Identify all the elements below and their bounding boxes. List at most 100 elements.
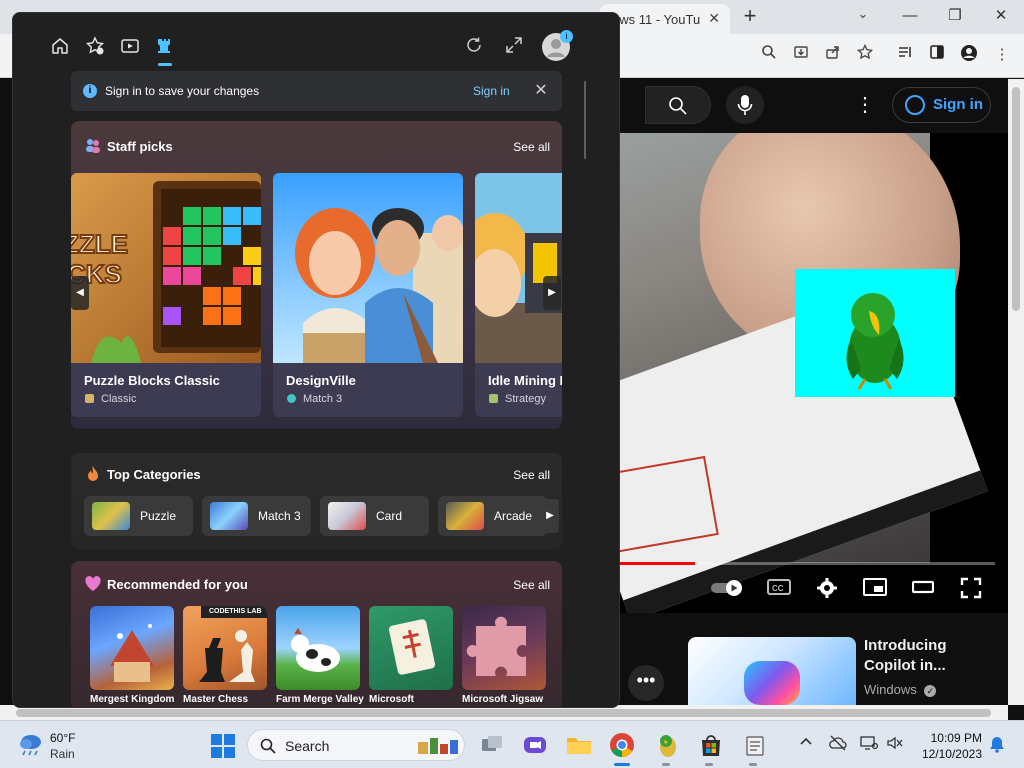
microsoft-store-icon[interactable] <box>697 731 725 759</box>
youtube-signin-label: Sign in <box>933 96 983 113</box>
puzzle-category-icon <box>92 502 130 530</box>
browser-tab-title: ows 11 - YouTu <box>612 12 701 27</box>
channel-label: Windows <box>864 682 917 697</box>
weather-temperature[interactable]: 60°F <box>50 731 75 745</box>
carousel-prev-button[interactable]: ◀ <box>71 276 89 310</box>
youtube-settings-icon[interactable]: ⋮ <box>855 92 875 118</box>
suggested-video-title[interactable]: Introducing Copilot in... <box>864 636 994 676</box>
castle-icon <box>110 624 154 682</box>
display-settings-icon[interactable] <box>860 735 879 753</box>
carousel-next-button[interactable]: ▶ <box>543 276 561 310</box>
voice-search-button[interactable] <box>726 86 764 124</box>
scrollbar-thumb[interactable] <box>16 709 991 717</box>
profile-icon[interactable] <box>958 44 980 66</box>
share-icon[interactable] <box>822 44 844 66</box>
theater-mode-icon[interactable] <box>911 577 935 601</box>
tab-close-icon[interactable]: ✕ <box>708 10 720 27</box>
home-icon[interactable] <box>50 36 74 60</box>
recommended-item-label: Mergest Kingdom <box>90 694 175 705</box>
categories-next-button[interactable]: ▶ <box>541 499 559 533</box>
avatar[interactable]: i <box>542 30 573 61</box>
top-categories-see-all[interactable]: See all <box>513 468 550 482</box>
miniplayer-icon[interactable] <box>862 577 888 601</box>
parrot-icon <box>846 293 904 390</box>
category-match3[interactable]: Match 3 <box>202 496 311 536</box>
zoom-icon[interactable] <box>758 44 780 66</box>
task-view-icon[interactable] <box>478 731 506 759</box>
rain-cloud-icon[interactable] <box>18 732 44 756</box>
staff-picks-see-all[interactable]: See all <box>513 140 550 154</box>
infobar-signin-link[interactable]: Sign in <box>473 84 510 98</box>
designville-thumbnail <box>273 173 463 363</box>
more-actions-button[interactable]: ••• <box>628 665 664 701</box>
chrome-icon[interactable] <box>608 731 636 759</box>
tab-search-icon[interactable]: ⌄ <box>852 6 874 26</box>
signin-infobar: i Sign in to save your changes Sign in ✕ <box>71 71 562 111</box>
notification-bell-icon[interactable] <box>988 735 1006 753</box>
notepad-files-icon[interactable] <box>741 731 769 759</box>
people-icon <box>86 139 100 153</box>
panel-scrollbar[interactable] <box>584 81 586 159</box>
favorites-star-icon[interactable] <box>85 36 109 60</box>
system-clock[interactable]: 10:09 PM 12/10/2023 <box>918 730 982 762</box>
channel-name[interactable]: Windows ✓ <box>864 682 937 697</box>
games-chess-icon[interactable] <box>155 36 179 60</box>
parrot-app-icon[interactable] <box>654 731 682 759</box>
file-explorer-icon[interactable] <box>565 731 593 759</box>
parrot-running-indicator <box>662 763 670 766</box>
page-vertical-scrollbar[interactable] <box>1008 79 1024 705</box>
bookmark-star-icon[interactable] <box>854 43 876 66</box>
weather-condition[interactable]: Rain <box>50 747 75 761</box>
chrome-running-indicator <box>614 763 630 766</box>
expand-icon[interactable] <box>505 36 529 60</box>
youtube-search-button[interactable] <box>645 86 711 124</box>
restore-button[interactable]: ❐ <box>937 4 973 28</box>
search-icon <box>260 738 276 754</box>
minimize-button[interactable]: — <box>892 4 928 28</box>
install-app-icon[interactable] <box>790 44 812 66</box>
video-thumbnail[interactable] <box>688 637 856 705</box>
microsoft-mahjong-thumbnail[interactable] <box>369 606 453 690</box>
parrot-overlay <box>795 269 955 397</box>
mergest-kingdom-thumbnail[interactable] <box>90 606 174 690</box>
window-close-button[interactable]: ✕ <box>983 4 1019 28</box>
master-chess-thumbnail[interactable]: CODETHIS LAB <box>183 606 267 690</box>
chevron-up-icon[interactable] <box>797 735 815 753</box>
infobar-close-icon[interactable]: ✕ <box>533 80 549 99</box>
video-play-icon[interactable] <box>120 36 144 60</box>
cloud-sync-off-icon[interactable] <box>829 735 847 753</box>
chrome-menu-icon[interactable]: ⋮ <box>991 44 1013 66</box>
start-button[interactable] <box>211 734 235 758</box>
meet-camera-icon[interactable] <box>521 731 549 759</box>
mahjong-tile-icon <box>388 619 436 675</box>
category-card[interactable]: Card <box>320 496 429 536</box>
farm-merge-valley-thumbnail[interactable] <box>276 606 360 690</box>
youtube-signin-button[interactable]: Sign in <box>892 87 991 123</box>
taskbar-search-box[interactable]: Search <box>247 729 465 761</box>
captions-icon[interactable]: CC <box>766 577 792 601</box>
top-categories-title: Top Categories <box>107 467 201 482</box>
autoplay-toggle[interactable] <box>710 577 746 601</box>
side-panel-icon[interactable] <box>926 44 948 66</box>
scrollbar-thumb[interactable] <box>1012 87 1020 311</box>
fullscreen-icon[interactable] <box>959 577 983 601</box>
microphone-icon <box>737 95 753 115</box>
classic-genre-icon <box>85 394 94 403</box>
settings-gear-icon[interactable] <box>815 577 839 601</box>
reading-list-icon[interactable] <box>894 44 916 66</box>
new-tab-button[interactable]: + <box>738 4 762 28</box>
recommended-see-all[interactable]: See all <box>513 578 550 592</box>
game-card-puzzle-blocks[interactable]: ZZLE CKS Puzzle Blocks Classic Classic <box>71 173 261 417</box>
game-card-designville[interactable]: DesignVille Match 3 <box>273 173 463 417</box>
category-label: Arcade <box>494 509 533 523</box>
match3-genre-icon <box>287 394 296 403</box>
category-arcade[interactable]: Arcade <box>438 496 547 536</box>
infobar-message: Sign in to save your changes <box>105 84 260 98</box>
volume-muted-icon[interactable] <box>886 735 904 753</box>
recommended-item-label: Farm Merge Valley <box>276 694 364 705</box>
microsoft-jigsaw-thumbnail[interactable] <box>462 606 546 690</box>
widgets-panel: i i Sign in to save your changes Sign in… <box>12 12 620 708</box>
refresh-icon[interactable] <box>465 36 489 60</box>
category-puzzle[interactable]: Puzzle <box>84 496 193 536</box>
video-progress-bar[interactable] <box>620 562 995 565</box>
